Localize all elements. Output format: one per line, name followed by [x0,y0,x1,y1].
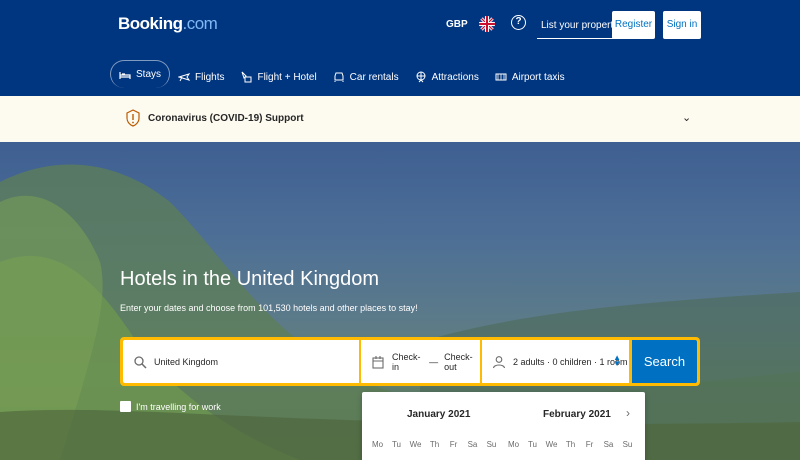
calendar-icon [371,355,385,369]
list-your-property-link[interactable]: List your property [537,12,623,39]
register-button[interactable]: Register [612,11,655,39]
nav-item-flights[interactable]: Flights [170,60,232,94]
attractions-icon [415,71,427,83]
flight-hotel-icon [240,71,252,83]
weekday-label: Tu [391,440,402,449]
covid-banner[interactable]: Coronavirus (COVID-19) Support ⌄ [0,96,800,142]
weekday-header-row: Mo Tu We Th Fr Sa Su [368,440,501,449]
date-picker-calendar: January 2021 February 2021 › Mo Tu We Th… [362,392,645,460]
product-nav: Stays Flights Flight + Hotel Car rentals… [110,60,573,94]
weekday-label: We [545,440,558,449]
nav-item-label: Flights [195,71,225,83]
car-icon [333,71,345,83]
weekday-header-row: Mo Tu We Th Fr Sa Su [504,440,637,449]
work-travel-label: I'm travelling for work [136,401,221,412]
nav-item-label: Stays [136,69,162,80]
info-warning-icon [126,109,140,127]
covid-banner-text: Coronavirus (COVID-19) Support [148,113,304,124]
hero-title: Hotels in the United Kingdom [120,268,380,290]
uk-flag-icon[interactable] [479,16,495,32]
nav-item-attractions[interactable]: Attractions [407,60,487,94]
nav-item-flight-hotel[interactable]: Flight + Hotel [232,60,324,94]
search-bar: Check-in — Check-out 2 adults · 0 childr… [120,337,700,386]
weekday-label: Fr [585,440,594,449]
weekday-label: Sa [467,440,478,449]
guests-field[interactable]: 2 adults · 0 children · 1 room ▲ ▼ [482,340,629,383]
weekday-label: Fr [449,440,458,449]
nav-item-car-rentals[interactable]: Car rentals [325,60,407,94]
nav-item-label: Airport taxis [511,71,565,83]
bed-icon [119,69,131,81]
checkbox-box[interactable] [120,401,131,412]
guests-summary: 2 adults · 0 children · 1 room [513,356,628,367]
plane-icon [178,71,191,83]
check-out-label: Check-out [444,351,473,372]
up-down-arrows-icon: ▲ ▼ [613,353,621,368]
logo-main-text: Booking [118,14,183,33]
weekday-label: We [409,440,422,449]
calendar-month-title: February 2021 [543,409,611,420]
logo-suffix-text: .com [182,14,218,33]
nav-item-stays[interactable]: Stays [110,60,171,88]
taxi-icon [495,71,507,83]
currency-selector[interactable]: GBP [446,19,468,30]
dates-field[interactable]: Check-in — Check-out [361,340,480,383]
hero-section: Hotels in the United Kingdom Enter your … [0,142,800,460]
hero-subtitle: Enter your dates and choose from 101,530… [120,303,418,313]
work-travel-checkbox[interactable]: I'm travelling for work [120,401,221,412]
date-separator: — [429,356,439,367]
search-icon [133,355,147,369]
chevron-down-icon[interactable]: ⌄ [682,111,691,124]
nav-item-airport-taxis[interactable]: Airport taxis [487,60,573,94]
nav-item-label: Flight + Hotel [257,71,317,83]
header: Booking.com GBP ? List your property Reg… [0,0,800,96]
booking-logo[interactable]: Booking.com [118,14,218,34]
weekday-label: Tu [527,440,538,449]
search-button[interactable]: Search [632,340,697,383]
calendar-month-title: January 2021 [407,409,471,420]
person-icon [492,355,506,369]
weekday-label: Th [429,440,440,449]
weekday-label: Th [565,440,576,449]
destination-input[interactable] [154,356,334,367]
weekday-label: Su [622,440,633,449]
weekday-label: Mo [371,440,384,449]
weekday-label: Sa [603,440,614,449]
weekday-label: Mo [507,440,520,449]
weekday-label: Su [486,440,497,449]
nav-item-label: Car rentals [349,71,399,83]
nav-item-label: Attractions [431,71,479,83]
sign-in-button[interactable]: Sign in [663,11,701,39]
destination-field[interactable] [123,340,359,383]
help-icon[interactable]: ? [511,15,526,30]
check-in-label: Check-in [392,351,421,372]
chevron-right-icon[interactable]: › [626,406,630,420]
